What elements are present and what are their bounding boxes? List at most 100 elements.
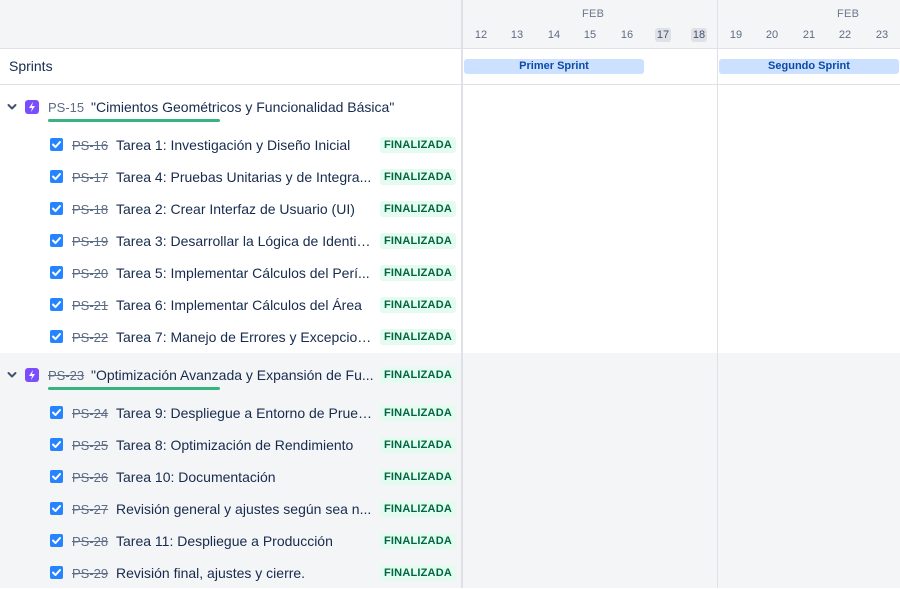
issue-row[interactable]: PS-24 Tarea 9: Despliegue a Entorno de P… (0, 397, 461, 429)
month-label: FEB (582, 8, 605, 20)
checkbox-icon (50, 234, 63, 247)
day-label: 22 (838, 29, 852, 41)
issue-row[interactable]: PS-18 Tarea 2: Crear Interfaz de Usuario… (0, 193, 461, 225)
checkbox-icon (50, 406, 63, 419)
checkbox-icon (50, 566, 63, 579)
status-badge: FINALIZADA (380, 565, 456, 581)
checkbox-icon (50, 438, 63, 451)
issue-key[interactable]: PS-26 (72, 470, 108, 485)
issue-row[interactable]: PS-26 Tarea 10: Documentación FINALIZADA (0, 461, 461, 493)
issue-title[interactable]: Tarea 2: Crear Interfaz de Usuario (UI) (116, 201, 374, 217)
status-badge: FINALIZADA (380, 329, 456, 345)
status-badge: FINALIZADA (380, 233, 456, 249)
issue-title[interactable]: Tarea 5: Implementar Cálculos del Perí..… (116, 265, 374, 281)
issue-key[interactable]: PS-17 (72, 170, 108, 185)
status-badge: FINALIZADA (380, 437, 456, 453)
status-badge: FINALIZADA (380, 469, 456, 485)
sprint-bar-segundo[interactable]: Segundo Sprint (719, 59, 899, 74)
status-badge: FINALIZADA (380, 533, 456, 549)
issue-row[interactable]: PS-27 Revisión general y ajustes según s… (0, 493, 461, 525)
status-badge: FINALIZADA (380, 201, 456, 217)
issue-row[interactable]: PS-29 Revisión final, ajustes y cierre. … (0, 557, 461, 589)
issue-title[interactable]: Tarea 9: Despliegue a Entorno de Prueb..… (116, 405, 374, 421)
sprint-bars-row: Primer Sprint Segundo Sprint (463, 49, 900, 85)
lightning-icon (25, 368, 39, 382)
status-badge: FINALIZADA (380, 501, 456, 517)
day-label: 21 (802, 29, 816, 41)
issue-title[interactable]: Revisión final, ajustes y cierre. (116, 565, 374, 581)
issue-title[interactable]: Tarea 11: Despliegue a Producción (116, 533, 374, 549)
day-label: 14 (547, 29, 561, 41)
sprints-row: Sprints (0, 49, 461, 85)
sprint-bar-primer[interactable]: Primer Sprint (464, 59, 644, 74)
month-label: FEB (837, 8, 860, 20)
status-badge: FINALIZADA (380, 297, 456, 313)
issue-key[interactable]: PS-22 (72, 330, 108, 345)
epic-key[interactable]: PS-23 (48, 368, 84, 383)
issue-key[interactable]: PS-18 (72, 202, 108, 217)
checkbox-icon (50, 330, 63, 343)
epic-title[interactable]: "Optimización Avanzada y Expansión de Fu… (91, 367, 374, 383)
day-label: 15 (583, 29, 597, 41)
issue-title[interactable]: Tarea 1: Investigación y Diseño Inicial (116, 137, 374, 153)
issue-row[interactable]: PS-28 Tarea 11: Despliegue a Producción … (0, 525, 461, 557)
issue-row[interactable]: PS-17 Tarea 4: Pruebas Unitarias y de In… (0, 161, 461, 193)
checkbox-icon (50, 502, 63, 515)
list-header (0, 0, 461, 49)
issue-title[interactable]: Tarea 8: Optimización de Rendimiento (116, 437, 374, 453)
issue-key[interactable]: PS-29 (72, 566, 108, 581)
day-label-weekend: 17 (655, 28, 671, 42)
issue-key[interactable]: PS-16 (72, 138, 108, 153)
day-label: 23 (875, 29, 889, 41)
epic-key[interactable]: PS-15 (48, 100, 84, 115)
issue-key[interactable]: PS-19 (72, 234, 108, 249)
checkbox-icon (50, 138, 63, 151)
issue-title[interactable]: Tarea 3: Desarrollar la Lógica de Identi… (116, 233, 374, 249)
day-label: 16 (620, 29, 634, 41)
panel-divider[interactable] (461, 0, 463, 588)
checkbox-icon (50, 298, 63, 311)
status-badge: FINALIZADA (380, 265, 456, 281)
epic-row[interactable]: PS-23 "Optimización Avanzada y Expansión… (0, 359, 461, 391)
issue-title[interactable]: Tarea 6: Implementar Cálculos del Área (116, 297, 374, 313)
status-badge: FINALIZADA (380, 137, 456, 153)
issue-row[interactable]: PS-21 Tarea 6: Implementar Cálculos del … (0, 289, 461, 321)
status-badge: FINALIZADA (380, 367, 456, 383)
checkbox-icon (50, 534, 63, 547)
sprints-label: Sprints (9, 58, 53, 74)
checkbox-icon (50, 470, 63, 483)
status-badge: FINALIZADA (380, 405, 456, 421)
chevron-down-icon[interactable] (6, 101, 18, 113)
lightning-icon (25, 100, 39, 114)
issue-key[interactable]: PS-28 (72, 534, 108, 549)
issue-key[interactable]: PS-24 (72, 406, 108, 421)
epic-row[interactable]: PS-15 "Cimientos Geométricos y Funcional… (0, 91, 461, 123)
checkbox-icon (50, 170, 63, 183)
issue-key[interactable]: PS-21 (72, 298, 108, 313)
checkbox-icon (50, 266, 63, 279)
issue-row[interactable]: PS-16 Tarea 1: Investigación y Diseño In… (0, 129, 461, 161)
epic-progress-bar (48, 387, 220, 390)
issue-key[interactable]: PS-20 (72, 266, 108, 281)
issue-key[interactable]: PS-25 (72, 438, 108, 453)
epic-title[interactable]: "Cimientos Geométricos y Funcionalidad B… (91, 99, 411, 115)
epic-progress-bar (48, 119, 220, 122)
status-badge: FINALIZADA (380, 169, 456, 185)
day-label-weekend: 18 (691, 28, 707, 42)
issue-row[interactable]: PS-19 Tarea 3: Desarrollar la Lógica de … (0, 225, 461, 257)
day-label: 20 (765, 29, 779, 41)
issue-row[interactable]: PS-22 Tarea 7: Manejo de Errores y Excep… (0, 321, 461, 353)
chevron-down-icon[interactable] (6, 369, 18, 381)
issue-row[interactable]: PS-25 Tarea 8: Optimización de Rendimien… (0, 429, 461, 461)
day-label: 13 (510, 29, 524, 41)
issue-title[interactable]: Tarea 10: Documentación (116, 469, 374, 485)
issue-title[interactable]: Tarea 7: Manejo de Errores y Excepcion..… (116, 329, 374, 345)
issue-key[interactable]: PS-27 (72, 502, 108, 517)
issue-row[interactable]: PS-20 Tarea 5: Implementar Cálculos del … (0, 257, 461, 289)
checkbox-icon (50, 202, 63, 215)
issue-title[interactable]: Revisión general y ajustes según sea n..… (116, 501, 374, 517)
week-divider (717, 0, 718, 588)
day-label: 12 (474, 29, 488, 41)
timeline-header: FEB FEB 12 13 14 15 16 17 18 19 20 21 22… (463, 0, 900, 49)
issue-title[interactable]: Tarea 4: Pruebas Unitarias y de Integra.… (116, 169, 374, 185)
